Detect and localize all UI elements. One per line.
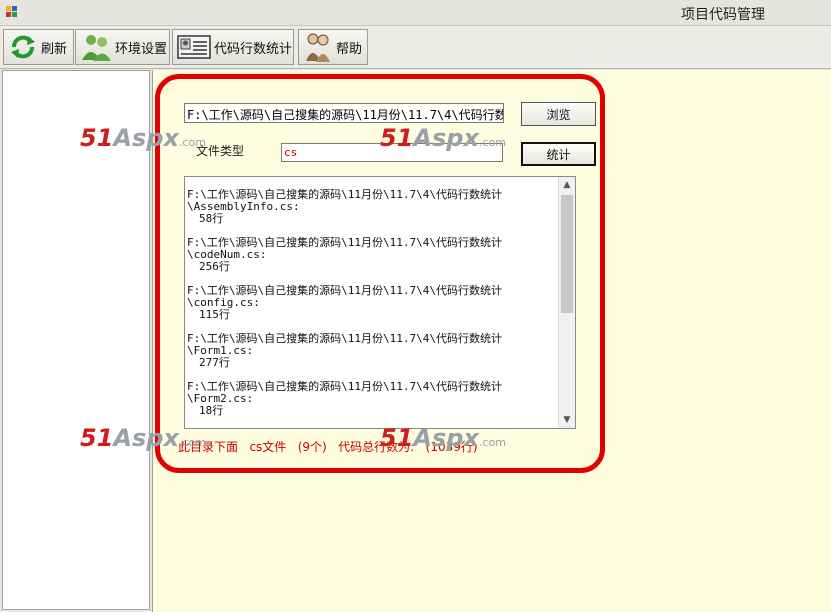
env-settings-label: 环境设置 xyxy=(115,41,168,57)
path-input[interactable]: F:\工作\源码\自己搜集的源码\11月份\11.7\4\代码行数统计 xyxy=(184,103,504,123)
results-list: F:\工作\源码\自己搜集的源码\11月份\11.7\4\代码行数统计 \Ass… xyxy=(187,189,561,428)
toolbar: 刷新 环境设置 代码行数统计 帮助 xyxy=(0,26,831,69)
result-count: 18行 xyxy=(199,404,224,417)
scroll-down-icon[interactable]: ▼ xyxy=(559,412,575,428)
result-entry: F:\工作\源码\自己搜集的源码\11月份\11.7\4\代码行数统计 \con… xyxy=(187,285,561,321)
result-count: 58行 xyxy=(199,212,224,225)
result-entry: F:\工作\源码\自己搜集的源码\11月份\11.7\4\代码行数统计 \For… xyxy=(187,381,561,417)
file-type-label: 文件类型 xyxy=(196,144,245,158)
help-people-icon xyxy=(306,33,330,62)
id-card-icon xyxy=(177,35,211,59)
help-label: 帮助 xyxy=(336,41,363,57)
scroll-thumb[interactable] xyxy=(561,195,573,313)
file-type-input[interactable]: cs xyxy=(281,143,503,162)
result-file: \Form1.cs: xyxy=(187,344,254,357)
summary-text: 此目录下面 cs文件 (9个) 代码总行数为: (1039行) xyxy=(178,440,478,454)
left-tree-panel[interactable] xyxy=(2,70,150,610)
result-count: 277行 xyxy=(199,356,230,369)
results-scrollbar[interactable]: ▲ ▼ xyxy=(558,177,575,428)
refresh-button[interactable]: 刷新 xyxy=(3,29,74,65)
refresh-icon xyxy=(11,35,35,59)
result-file: \Form2.cs: xyxy=(187,392,254,405)
window-title: 项目代码管理 xyxy=(681,7,765,23)
result-count: 115行 xyxy=(199,308,230,321)
code-stats-label: 代码行数统计 xyxy=(214,41,293,57)
result-entry: F:\工作\源码\自己搜集的源码\11月份\11.7\4\代码行数统计 \Ass… xyxy=(187,189,561,225)
count-button[interactable]: 统计 xyxy=(521,142,596,166)
title-bar: 项目代码管理 xyxy=(0,0,831,26)
result-file: \codeNum.cs: xyxy=(187,248,267,261)
results-textarea[interactable]: F:\工作\源码\自己搜集的源码\11月份\11.7\4\代码行数统计 \Ass… xyxy=(184,176,576,429)
result-file: \AssemblyInfo.cs: xyxy=(187,200,300,213)
browse-button[interactable]: 浏览 xyxy=(521,102,596,126)
result-file: \config.cs: xyxy=(187,296,260,309)
help-button[interactable]: 帮助 xyxy=(298,29,368,65)
app-icon xyxy=(6,6,18,18)
result-count: 256行 xyxy=(199,260,230,273)
refresh-label: 刷新 xyxy=(41,41,68,57)
result-entry: F:\工作\源码\自己搜集的源码\11月份\11.7\4\代码行数统计 \For… xyxy=(187,333,561,369)
users-icon xyxy=(82,35,111,61)
env-settings-button[interactable]: 环境设置 xyxy=(75,29,170,65)
scroll-up-icon[interactable]: ▲ xyxy=(559,177,575,193)
code-stats-button[interactable]: 代码行数统计 xyxy=(172,29,294,65)
result-entry: F:\工作\源码\自己搜集的源码\11月份\11.7\4\代码行数统计 \cod… xyxy=(187,237,561,273)
